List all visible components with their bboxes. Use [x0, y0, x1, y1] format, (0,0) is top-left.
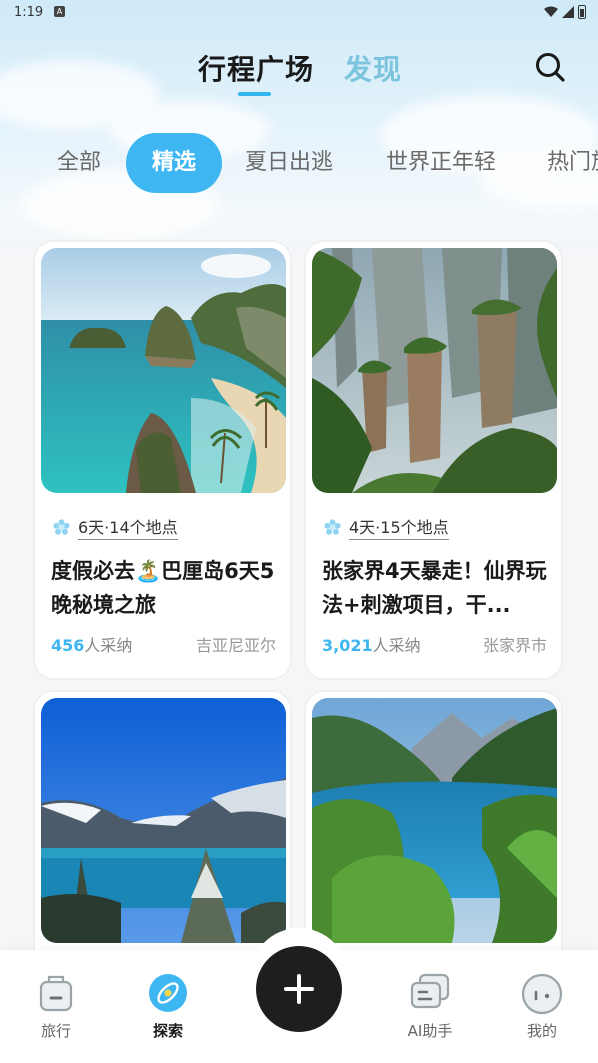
nav-label: 旅行 — [40, 1022, 71, 1040]
flower-icon — [53, 518, 70, 535]
battery-icon — [578, 5, 586, 19]
compass-icon — [149, 974, 187, 1012]
chat-icon — [410, 973, 450, 1009]
status-bar: 1:19 A — [0, 0, 598, 26]
card-meta: 4天·15个地点 — [324, 514, 449, 540]
create-button[interactable] — [256, 946, 342, 1032]
nav-profile[interactable]: 我的 — [502, 972, 582, 1041]
card-title: 度假必去🏝️巴厘岛6天5晚秘境之旅 — [51, 559, 275, 617]
card-title: 张家界4天暴走！仙界玩法+刺激项目，干... — [322, 559, 547, 617]
card-meta: 6天·14个地点 — [53, 514, 178, 540]
notification-indicator-icon: A — [54, 6, 65, 17]
adopt-count: 3,021 — [322, 636, 373, 655]
chip-all[interactable]: 全部 — [57, 133, 101, 193]
nav-explore[interactable]: 探索 — [128, 972, 208, 1041]
suitcase-icon — [39, 975, 73, 1012]
search-icon[interactable] — [534, 51, 566, 83]
tab-itinerary-plaza[interactable]: 行程广场 — [198, 48, 314, 88]
wifi-icon — [544, 6, 558, 17]
active-tab-indicator — [238, 92, 271, 96]
itinerary-card[interactable] — [33, 690, 292, 990]
chip-summer-escape[interactable]: 夏日出逃 — [245, 133, 333, 193]
card-image-bali-coast — [41, 248, 286, 493]
flower-icon — [324, 518, 341, 535]
card-image-snowy-lake — [41, 698, 286, 943]
nav-ai-assistant[interactable]: AI助手 — [390, 972, 470, 1041]
nav-travel[interactable]: 旅行 — [16, 972, 96, 1041]
card-location: 张家界市 — [482, 636, 547, 655]
tab-discover[interactable]: 发现 — [344, 48, 402, 88]
card-duration-places: 6天·14个地点 — [78, 514, 178, 540]
adopt-count: 456 — [51, 636, 85, 655]
nav-label: 我的 — [526, 1022, 557, 1040]
adopt-label: 人采纳 — [84, 636, 133, 655]
card-image-zhangjiajie-peaks — [312, 248, 557, 493]
itinerary-card[interactable] — [304, 690, 563, 990]
card-footer: 456人采纳 吉亚尼亚尔 — [51, 632, 276, 656]
sky-background — [0, 0, 598, 260]
chip-featured[interactable]: 精选 — [126, 133, 223, 193]
card-location: 吉亚尼亚尔 — [195, 636, 276, 655]
category-chips: 全部 精选 夏日出逃 世界正年轻 热门旅 — [0, 133, 598, 193]
nav-label: AI助手 — [407, 1022, 453, 1040]
chip-hot-travel[interactable]: 热门旅 — [547, 133, 598, 193]
card-footer: 3,021人采纳 张家界市 — [322, 632, 547, 656]
profile-icon — [521, 973, 563, 1015]
itinerary-card[interactable]: 6天·14个地点 度假必去🏝️巴厘岛6天5晚秘境之旅 456人采纳 吉亚尼亚尔 — [33, 240, 292, 680]
signal-icon — [562, 6, 574, 18]
itinerary-card[interactable]: 4天·15个地点 张家界4天暴走！仙界玩法+刺激项目，干... 3,021人采纳… — [304, 240, 563, 680]
card-image-mountain-lake — [312, 698, 557, 943]
nav-label: 探索 — [152, 1022, 183, 1040]
chip-world-young[interactable]: 世界正年轻 — [386, 133, 496, 193]
status-time: 1:19 — [14, 5, 44, 20]
header-tabs: 行程广场 发现 — [0, 48, 598, 98]
plus-icon — [284, 974, 314, 1004]
adopt-label: 人采纳 — [372, 636, 421, 655]
card-duration-places: 4天·15个地点 — [349, 514, 449, 540]
